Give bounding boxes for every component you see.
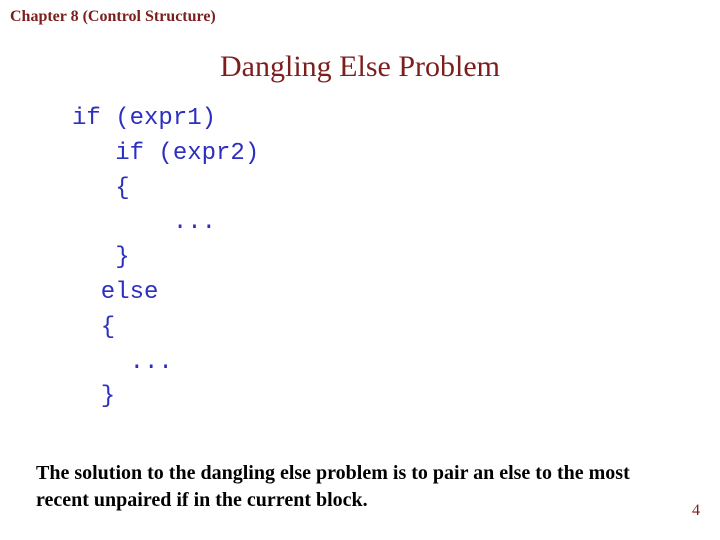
conclusion-text: The solution to the dangling else proble… [36, 460, 660, 514]
chapter-header: Chapter 8 (Control Structure) [10, 8, 216, 26]
slide: Chapter 8 (Control Structure) Dangling E… [0, 0, 720, 540]
slide-title: Dangling Else Problem [0, 50, 720, 84]
page-number: 4 [692, 502, 700, 520]
code-block: if (expr1) if (expr2) { ... } else { ...… [72, 102, 259, 415]
